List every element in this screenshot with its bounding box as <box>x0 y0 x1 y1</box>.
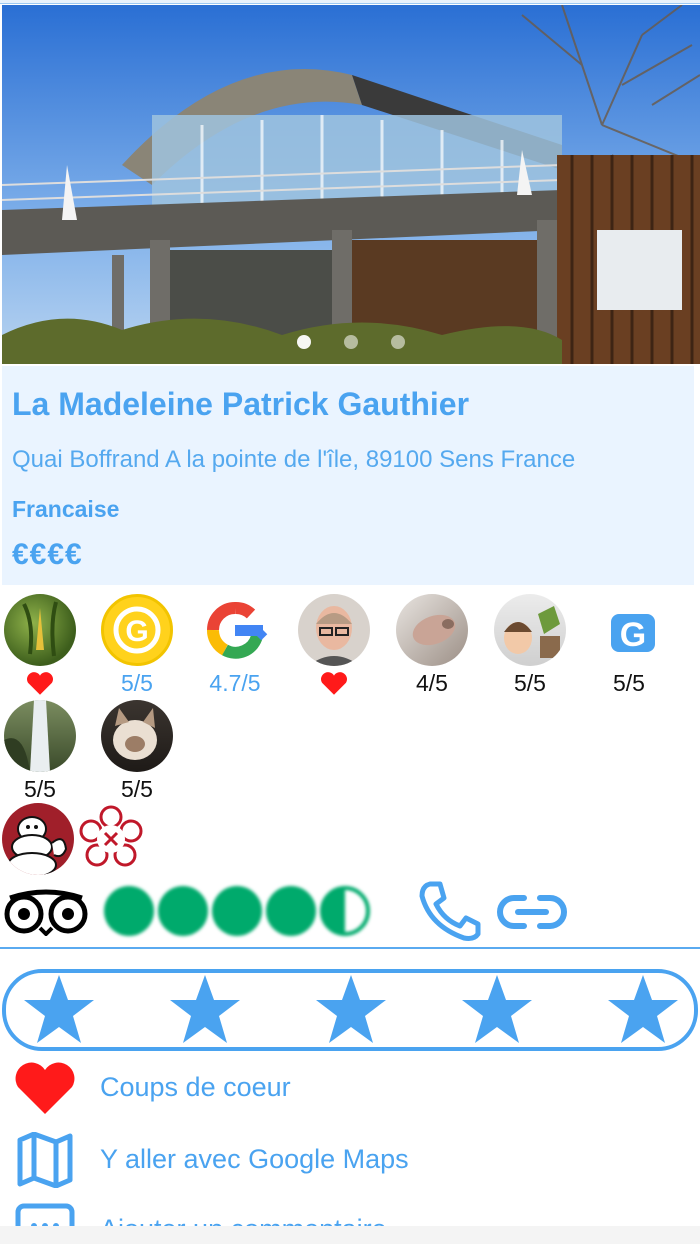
g-letter-icon: G <box>593 594 665 666</box>
reviewer-item[interactable]: 5/5 <box>0 700 80 802</box>
restaurant-info-card: La Madeleine Patrick Gauthier Quai Boffr… <box>2 366 694 585</box>
banana-plant-avatar <box>4 594 76 666</box>
reviewer-score: 5/5 <box>121 776 153 802</box>
restaurant-address[interactable]: Quai Boffrand A la pointe de l'île, 8910… <box>12 446 575 474</box>
star-icon[interactable] <box>462 973 532 1045</box>
star-icon[interactable] <box>24 973 94 1045</box>
link-icon[interactable] <box>496 890 568 934</box>
reviewer-item[interactable]: G 5/5 <box>589 594 669 696</box>
user-rating-stars[interactable] <box>2 969 698 1051</box>
restaurant-building-photo <box>2 5 700 364</box>
reviewer-item[interactable]: G 5/5 <box>97 594 177 696</box>
svg-text:G: G <box>125 615 148 648</box>
reviewer-score: 5/5 <box>514 670 546 696</box>
reviewer-score: 4.7/5 <box>209 670 261 696</box>
svg-text:G: G <box>620 616 646 654</box>
top-bar <box>0 0 700 4</box>
rating-bubble-half <box>320 886 370 936</box>
carousel-pagination[interactable] <box>2 335 700 349</box>
reviewer-item[interactable]: 5/5 <box>490 594 570 696</box>
google-logo <box>199 594 271 666</box>
star-icon[interactable] <box>316 973 386 1045</box>
man-portrait-avatar <box>298 594 370 666</box>
google-maps-action[interactable]: Y aller avec Google Maps <box>0 1132 700 1192</box>
carousel-dot[interactable] <box>297 335 311 349</box>
child-photo-avatar <box>494 594 566 666</box>
tripadvisor-owl-icon[interactable] <box>4 888 88 936</box>
hand-photo-avatar <box>396 594 468 666</box>
favorites-label: Coups de coeur <box>100 1072 291 1102</box>
star-icon[interactable] <box>608 973 678 1045</box>
reviewer-item[interactable] <box>294 594 374 701</box>
michelin-star-icon[interactable] <box>75 803 147 875</box>
reviewer-score: 5/5 <box>121 670 153 696</box>
waterfall-avatar <box>4 700 76 772</box>
rating-bubble-full <box>266 886 316 936</box>
carousel-dot[interactable] <box>344 335 358 349</box>
heart-icon <box>15 1062 75 1114</box>
carousel-dot[interactable] <box>391 335 405 349</box>
reviewer-item[interactable]: 5/5 <box>97 700 177 802</box>
heart-icon <box>321 672 347 695</box>
reviewer-score: 5/5 <box>613 670 645 696</box>
gault-millau-logo: G <box>101 594 173 666</box>
star-icon[interactable] <box>170 973 240 1045</box>
reviewer-item[interactable] <box>0 594 80 701</box>
bottom-edge <box>0 1226 700 1244</box>
heart-icon <box>27 672 53 695</box>
michelin-man-icon[interactable] <box>2 803 74 875</box>
restaurant-name: La Madeleine Patrick Gauthier <box>12 386 470 422</box>
phone-icon[interactable] <box>416 880 482 942</box>
reviewer-item[interactable]: 4/5 <box>392 594 472 696</box>
rating-bubble-full <box>212 886 262 936</box>
restaurant-price-range: €€€€ <box>12 538 83 571</box>
map-icon <box>17 1132 73 1188</box>
favorites-action[interactable]: Coups de coeur <box>0 1060 700 1120</box>
rating-bubble-full <box>158 886 208 936</box>
rating-bubble-full <box>104 886 154 936</box>
google-maps-label: Y aller avec Google Maps <box>100 1144 409 1174</box>
reviewer-item[interactable]: 4.7/5 <box>195 594 275 696</box>
restaurant-cuisine: Francaise <box>12 496 120 522</box>
cat-avatar <box>101 700 173 772</box>
tripadvisor-rating-bubbles <box>104 886 370 936</box>
reviewer-score: 5/5 <box>24 776 56 802</box>
reviewer-score: 4/5 <box>416 670 448 696</box>
restaurant-photo-carousel[interactable] <box>2 5 700 364</box>
section-divider <box>0 947 700 949</box>
